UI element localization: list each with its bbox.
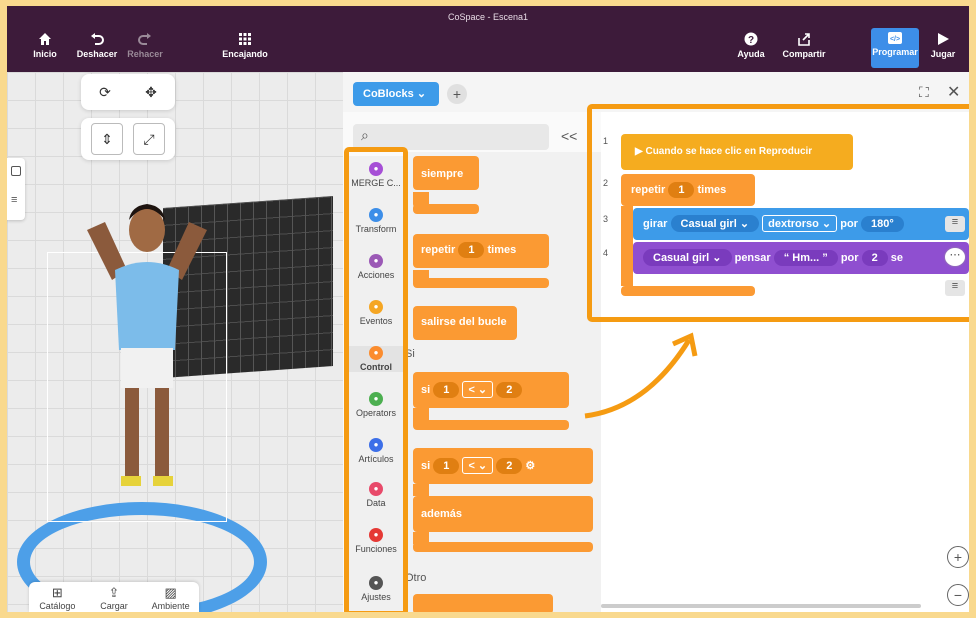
play-icon	[938, 33, 949, 45]
if-block[interactable]: si 1 < ⌄ 2	[413, 372, 569, 408]
repeat-block-foot	[413, 278, 549, 288]
repeat-block[interactable]: repetir 1 times	[413, 234, 549, 268]
code-icon: </>	[888, 32, 902, 44]
block-palette: siempre repetir 1 times salirse del bucl…	[405, 152, 601, 612]
script-highlight-frame	[587, 104, 969, 322]
collapse-palette-button[interactable]: <<	[561, 128, 577, 144]
group-label-otro: Otro	[405, 572, 427, 584]
environment-icon: ▨	[164, 585, 177, 600]
share-icon	[798, 33, 810, 46]
environment-button[interactable]: ▨ Ambiente	[142, 582, 199, 612]
undo-icon	[91, 33, 104, 45]
fullscreen-icon[interactable]: ⛶	[919, 84, 929, 101]
rotate-icon[interactable]: ⟳	[89, 76, 121, 108]
scale-icon[interactable]: ⤢	[133, 123, 165, 155]
vertical-move-icon[interactable]: ⇕	[91, 123, 123, 155]
top-toolbar: CoSpace - Escena1 Inicio Deshacer Rehace…	[7, 6, 969, 72]
zoom-out-button[interactable]: −	[947, 584, 969, 606]
upload-button[interactable]: ⇪ Cargar	[86, 582, 143, 612]
add-tab-button[interactable]: +	[447, 84, 467, 104]
search-icon: ⌕	[361, 127, 369, 143]
zoom-in-button[interactable]: +	[947, 546, 969, 568]
3d-scene-viewport[interactable]: ≡ ⟳ ✥ ⇕ ⤢ ⊞ Catálogo ⇪ Cargar ▨ Ambiente	[7, 72, 343, 612]
partial-block[interactable]	[413, 594, 553, 612]
grid-icon	[239, 33, 251, 45]
home-button[interactable]: Inicio	[17, 32, 73, 59]
character-casual-girl[interactable]	[67, 190, 227, 520]
horizontal-scrollbar[interactable]	[601, 604, 921, 608]
help-icon: ?	[744, 32, 758, 46]
snap-button[interactable]: Encajando	[215, 32, 275, 59]
break-loop-block[interactable]: salirse del bucle	[413, 306, 517, 340]
gear-icon[interactable]: ⚙	[525, 460, 535, 472]
redo-button[interactable]: Rehacer	[117, 32, 173, 59]
redo-icon	[138, 33, 151, 45]
app-frame: CoSpace - Escena1 Inicio Deshacer Rehace…	[7, 6, 969, 612]
program-button[interactable]: </> Programar	[871, 28, 919, 68]
window-title: CoSpace - Escena1	[447, 12, 529, 22]
share-button[interactable]: Compartir	[773, 32, 835, 59]
forever-block-foot	[413, 204, 479, 214]
bottom-scene-bar: ⊞ Catálogo ⇪ Cargar ▨ Ambiente	[29, 582, 199, 612]
move-icon[interactable]: ✥	[135, 76, 167, 108]
home-icon	[39, 33, 51, 45]
else-section: además	[413, 496, 593, 532]
catalog-icon: ⊞	[51, 585, 63, 600]
svg-text:?: ?	[748, 35, 754, 46]
help-button[interactable]: ? Ayuda	[723, 32, 779, 59]
upload-icon: ⇪	[108, 585, 120, 600]
coblocks-tab-dropdown[interactable]: CoBlocks ⌄	[353, 82, 439, 106]
list-icon[interactable]: ≡	[11, 194, 17, 206]
svg-text:</>: </>	[890, 36, 900, 43]
if-else-arm-1	[413, 484, 429, 496]
forever-block[interactable]: siempre	[413, 156, 479, 190]
play-button[interactable]: Jugar	[921, 32, 965, 59]
if-block-foot	[413, 420, 569, 430]
layers-icon[interactable]	[11, 166, 21, 176]
close-icon[interactable]: ✕	[947, 82, 960, 102]
pointer-arrow	[584, 332, 698, 419]
if-else-foot	[413, 542, 593, 552]
catalog-button[interactable]: ⊞ Catálogo	[29, 582, 86, 612]
scale-gizmo: ⇕ ⤢	[81, 118, 175, 160]
chevron-down-icon: ⌄	[416, 88, 427, 100]
category-highlight-frame	[344, 147, 408, 612]
if-else-block[interactable]: si 1 < ⌄ 2 ⚙	[413, 448, 593, 484]
rotate-move-gizmo: ⟳ ✥	[81, 74, 175, 110]
scene-side-tab[interactable]: ≡	[7, 158, 25, 220]
